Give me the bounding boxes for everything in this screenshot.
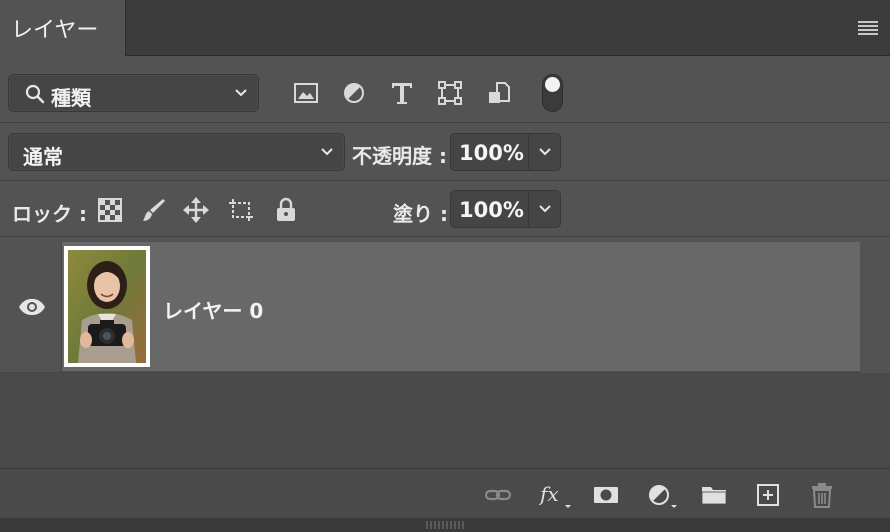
chevron-down-icon: [235, 89, 247, 97]
separator: [0, 236, 890, 237]
layer-thumbnail-image[interactable]: [68, 250, 146, 363]
link-layers-icon[interactable]: [484, 481, 512, 509]
separator: [0, 122, 890, 123]
field-divider: [528, 134, 529, 170]
layer-name[interactable]: レイヤー 0: [163, 295, 263, 324]
fill-chevron-down-icon[interactable]: [538, 203, 552, 215]
magnifier-icon: [25, 84, 45, 104]
resize-grip-icon[interactable]: [426, 521, 464, 529]
shape-filter-icon[interactable]: [437, 79, 463, 107]
fill-field[interactable]: 100%: [450, 190, 561, 228]
panel-tab-bar: レイヤー: [0, 0, 890, 56]
toggle-knob: [545, 77, 560, 92]
image-filter-icon[interactable]: [293, 79, 319, 107]
tab-layers-label: レイヤー: [11, 18, 99, 43]
adjustment-layer-icon[interactable]: [646, 481, 680, 509]
blend-mode-value: 通常: [23, 145, 63, 169]
opacity-chevron-down-icon[interactable]: [538, 146, 552, 158]
opacity-field[interactable]: 100%: [450, 133, 561, 171]
filter-kind-value: 種類: [51, 86, 91, 110]
lock-position-icon[interactable]: [183, 196, 209, 224]
filter-kind-dropdown[interactable]: 種類: [8, 74, 259, 112]
tab-layers[interactable]: レイヤー: [0, 0, 126, 56]
adjustment-filter-icon[interactable]: [341, 79, 367, 107]
blend-mode-dropdown[interactable]: 通常: [8, 133, 345, 171]
visibility-column: [0, 242, 62, 373]
fx-icon[interactable]: fx: [539, 481, 573, 509]
hamburger-menu-icon[interactable]: [858, 19, 878, 37]
new-layer-icon[interactable]: [754, 481, 782, 509]
eye-icon[interactable]: [18, 298, 46, 316]
lock-image-pixels-icon[interactable]: [141, 196, 167, 224]
fill-label: 塗り :: [393, 202, 448, 226]
lock-artboard-icon[interactable]: [228, 196, 254, 224]
opacity-label: 不透明度 :: [352, 144, 447, 168]
layer-mask-icon[interactable]: [592, 481, 620, 509]
lock-all-icon[interactable]: [273, 196, 299, 224]
type-filter-icon[interactable]: [389, 79, 415, 107]
smart-object-filter-icon[interactable]: [486, 79, 512, 107]
layers-empty-area: [0, 373, 890, 468]
fill-value[interactable]: 100%: [459, 198, 524, 222]
svg-text:fx: fx: [539, 482, 559, 506]
opacity-value[interactable]: 100%: [459, 141, 524, 165]
trash-icon[interactable]: [808, 481, 836, 509]
lock-label: ロック :: [12, 202, 87, 226]
chevron-down-icon: [321, 148, 333, 156]
lock-transparent-pixels-icon[interactable]: [97, 196, 123, 224]
separator: [0, 180, 890, 181]
group-folder-icon[interactable]: [700, 481, 728, 509]
filter-toggle[interactable]: [542, 74, 563, 112]
field-divider: [528, 191, 529, 227]
